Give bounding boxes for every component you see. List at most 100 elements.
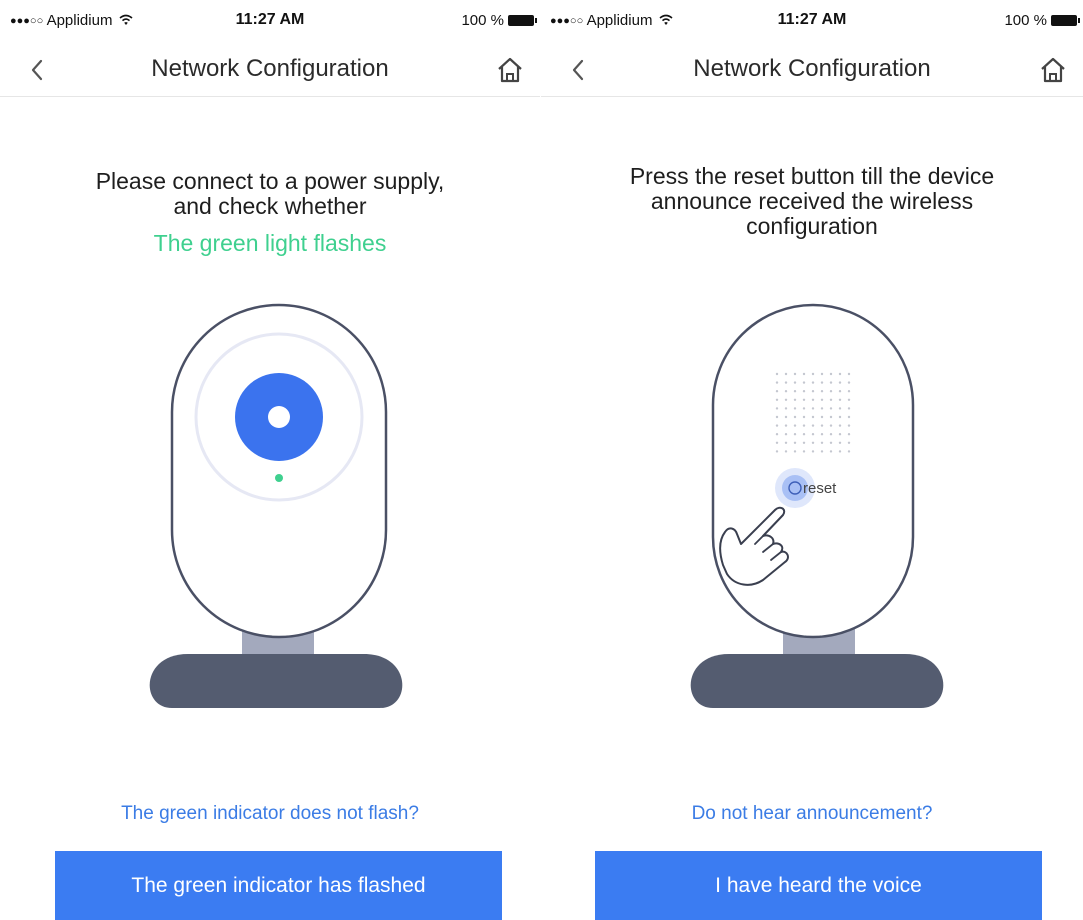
home-icon[interactable] [494, 54, 526, 86]
speaker-dot [793, 415, 797, 419]
speaker-dot [775, 415, 779, 419]
camera-body [711, 303, 915, 639]
speaker-dot [847, 372, 851, 376]
speaker-dot [829, 390, 833, 393]
speaker-dot [784, 398, 788, 401]
battery-icon [508, 15, 537, 26]
instruction-text: Press the reset button till the device a… [571, 164, 1053, 239]
speaker-dot [775, 372, 779, 376]
speaker-dot [847, 415, 851, 419]
speaker-dot [829, 424, 833, 427]
battery-percent: 100 % [1004, 12, 1047, 29]
camera-power-illustration [149, 303, 403, 708]
speaker-dot [829, 372, 833, 376]
speaker-dot [775, 398, 779, 401]
speaker-dot [784, 407, 788, 410]
green-light-highlight: The green light flashes [153, 230, 387, 256]
speaker-dot [784, 450, 788, 453]
speaker-dot [829, 398, 833, 401]
instruction-line: configuration [746, 213, 878, 239]
instruction-line: Please connect to a power supply, [95, 168, 445, 194]
camera-stand [690, 654, 944, 708]
speaker-dot [811, 441, 815, 444]
speaker-dot [811, 407, 815, 410]
instruction-line: announce received the wireless [650, 188, 974, 214]
speaker-dot [838, 441, 842, 444]
status-battery-group: 100 % [461, 12, 537, 29]
speaker-dot [775, 407, 779, 410]
heard-voice-button[interactable]: I have heard the voice [595, 851, 1042, 920]
speaker-dot [847, 424, 851, 427]
speaker-dot [847, 381, 851, 384]
speaker-dot [802, 407, 806, 410]
speaker-dot [829, 381, 833, 384]
green-indicator-flashed-button[interactable]: The green indicator has flashed [55, 851, 502, 920]
status-time: 11:27 AM [235, 11, 305, 28]
speaker-dot [784, 433, 788, 436]
speaker-dot [811, 450, 815, 453]
speaker-dot [775, 433, 779, 436]
speaker-dot [829, 407, 833, 410]
status-time: 11:27 AM [777, 11, 847, 28]
speaker-dot [793, 372, 797, 376]
speaker-dot [811, 415, 815, 419]
no-announcement-link[interactable]: Do not hear announcement? [541, 803, 1083, 825]
speaker-dot [820, 433, 824, 436]
speaker-dot [793, 433, 797, 436]
battery-icon [1051, 15, 1080, 26]
page-title: Network Configuration [151, 55, 389, 82]
speaker-dot [820, 424, 824, 427]
speaker-dot [775, 390, 779, 393]
speaker-dot [802, 415, 806, 419]
speaker-dot [811, 381, 815, 384]
instruction-text: Please connect to a power supply, and ch… [30, 169, 510, 219]
status-battery-group: 100 % [1004, 12, 1080, 29]
speaker-dot [811, 433, 815, 436]
camera-reset-illustration: reset [690, 303, 944, 708]
speaker-dot [820, 407, 824, 410]
instruction-line: and check whether [173, 193, 367, 219]
speaker-dot [775, 381, 779, 384]
speaker-dot [811, 424, 815, 427]
camera-stand [149, 654, 403, 708]
speaker-dot [820, 415, 824, 419]
speaker-dot [784, 415, 788, 419]
speaker-dot [793, 450, 797, 453]
speaker-dot [802, 390, 806, 393]
speaker-dot [775, 424, 779, 427]
speaker-dot [802, 372, 806, 376]
speaker-dot [838, 424, 842, 427]
speaker-dot [784, 390, 788, 393]
speaker-dot [838, 407, 842, 410]
speaker-dot [838, 390, 842, 393]
speaker-dot [775, 441, 779, 444]
speaker-dot [820, 441, 824, 444]
speaker-dot [847, 433, 851, 436]
screen-reset-device: ●●●○○ Applidium 11:27 AM 100 % Network C… [541, 0, 1083, 920]
home-icon[interactable] [1037, 54, 1069, 86]
speaker-dot [802, 450, 806, 453]
speaker-dot [793, 390, 797, 393]
speaker-dot [775, 450, 779, 453]
speaker-dot [784, 381, 788, 384]
speaker-dot [793, 441, 797, 444]
green-indicator-light [275, 474, 283, 482]
speaker-dot [793, 424, 797, 427]
speaker-dot [802, 398, 806, 401]
navigation-bar: Network Configuration [541, 44, 1083, 97]
speaker-dot [838, 381, 842, 384]
speaker-dot [793, 381, 797, 384]
instruction-line: Press the reset button till the device [629, 163, 995, 189]
speaker-dot [802, 441, 806, 444]
speaker-dot [784, 424, 788, 427]
speaker-dot [838, 450, 842, 453]
speaker-dot [847, 441, 851, 444]
speaker-dot [829, 441, 833, 444]
speaker-dot [811, 372, 815, 376]
speaker-dot [802, 424, 806, 427]
green-indicator-not-flash-link[interactable]: The green indicator does not flash? [0, 803, 540, 825]
speaker-dot [847, 398, 851, 401]
screen-power-check: ●●●○○ Applidium 11:27 AM 100 % Network C… [0, 0, 540, 920]
camera-body [170, 303, 388, 639]
speaker-dot [793, 407, 797, 410]
